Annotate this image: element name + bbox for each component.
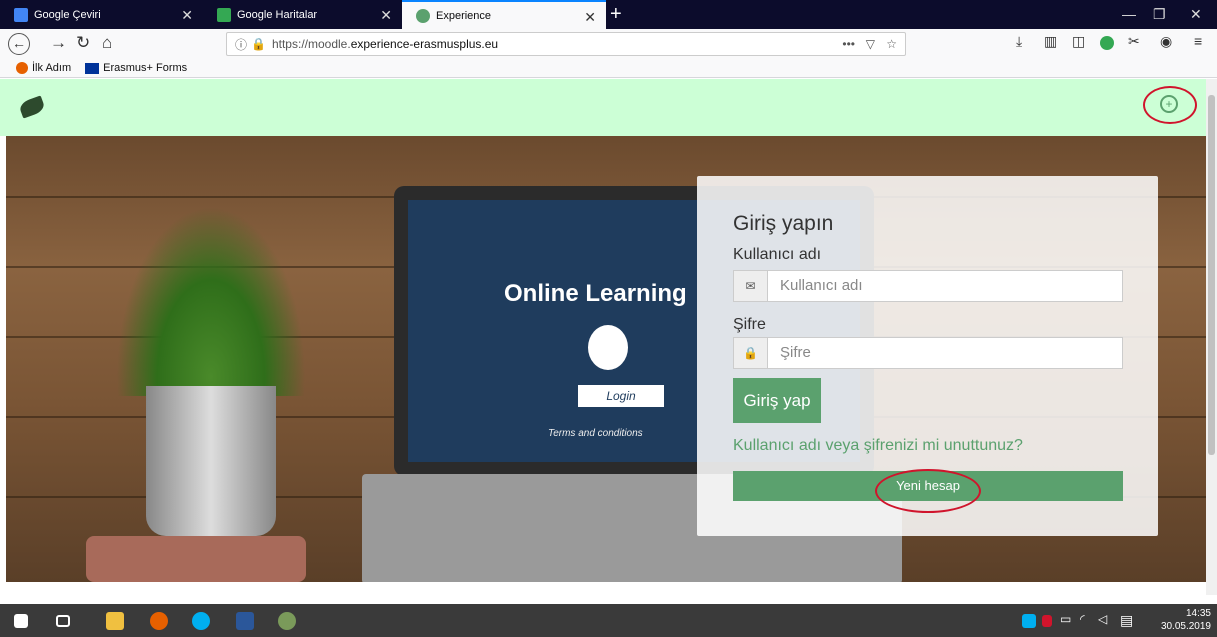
screen-title: Online Learning [504,280,687,307]
screen-terms: Terms and conditions [548,428,643,439]
reload-icon[interactable]: ↻ [76,33,90,53]
password-label: Şifre [733,316,766,333]
url-bar[interactable]: ⓘ 🔒 https://moodle. experience-erasmusplu… [226,32,906,56]
site-logo-icon[interactable] [17,95,47,119]
bookmark-label: Erasmus+ Forms [103,62,188,74]
bookmarks-bar: İlk Adım Erasmus+ Forms [0,59,1217,78]
lock-warning-icon: 🔒 [251,37,266,51]
username-label: Kullanıcı adı [733,246,822,263]
minimize-icon[interactable]: — [1122,6,1136,22]
battery-icon[interactable]: ▭ [1060,612,1078,630]
close-icon[interactable]: ✕ [380,7,392,24]
library-icon[interactable]: ▥ [1044,33,1057,50]
volume-icon[interactable]: ◁ [1098,612,1116,630]
tab-google-maps[interactable]: Google Haritalar ✕ [203,0,402,29]
firefox-icon [16,62,28,74]
bookmark-label: İlk Adım [32,62,72,74]
sidebar-icon[interactable]: ◫ [1072,33,1085,50]
web-page: + Online Learning Login Terms and condit… [0,79,1206,595]
bookmark-ilk-adim[interactable]: İlk Adım [16,62,71,74]
annotation-circle [875,469,981,513]
skype-tray-icon[interactable] [1022,614,1036,628]
notification-icon[interactable]: ▤ [1120,612,1138,630]
plant-illustration [116,206,306,396]
tab-label: Google Haritalar [237,8,318,21]
username-placeholder: Kullanıcı adı [780,277,863,294]
url-prefix: https://moodle. [271,37,351,51]
screenshot-icon[interactable]: ✂ [1128,33,1140,50]
url-host: experience-erasmusplus.eu [350,37,499,51]
menu-icon[interactable]: ≡ [1194,33,1202,49]
file-explorer-icon[interactable] [106,612,124,630]
system-clock[interactable]: 14:35 30.05.2019 [1161,607,1211,633]
account-icon[interactable]: ◉ [1160,33,1172,50]
windows-start-icon[interactable] [14,614,28,628]
page-actions-icon[interactable]: ••• [842,37,855,51]
bookmark-erasmus-forms[interactable]: Erasmus+ Forms [85,62,187,74]
google-translate-icon [14,7,28,22]
password-input[interactable]: 🔒 Şifre [733,337,1123,369]
book-illustration [86,536,306,582]
forward-icon[interactable]: → [50,33,67,53]
wifi-icon[interactable]: ◜ [1080,612,1098,630]
chevron-left-icon[interactable] [1042,615,1052,627]
graduate-icon [588,325,628,370]
extension-icon[interactable] [1100,36,1114,50]
home-icon[interactable]: ⌂ [102,33,112,53]
site-header: + [0,79,1206,136]
annotation-circle [1143,86,1197,124]
word-icon[interactable] [236,612,254,630]
close-icon[interactable]: ✕ [181,7,193,24]
browser-navbar: ← → ↻ ⌂ ⓘ 🔒 https://moodle. experience-er… [0,29,1217,59]
pocket-icon[interactable]: ▽ [866,37,875,51]
tab-label: Experience [436,9,492,22]
close-window-icon[interactable]: ✕ [1190,6,1202,23]
close-icon[interactable]: ✕ [584,9,596,26]
password-placeholder: Şifre [780,344,811,361]
new-tab-button[interactable]: + [610,3,622,26]
paint-icon[interactable] [278,612,296,630]
scrollbar-thumb[interactable] [1208,95,1215,455]
clock-date: 30.05.2019 [1160,621,1211,632]
clock-time: 14:35 [1185,608,1211,619]
bookmark-star-icon[interactable]: ☆ [886,37,897,51]
login-title: Giriş yapın [733,212,834,235]
screen-login: Login [578,385,664,407]
browser-tab-bar: Google Çeviri ✕ Google Haritalar ✕ Exper… [0,0,1217,29]
eu-flag-icon [85,62,100,74]
username-input[interactable]: ✉ Kullanıcı adı [733,270,1123,302]
tab-label: Google Çeviri [34,8,101,21]
lock-icon: 🔒 [734,338,768,368]
tab-google-translate[interactable]: Google Çeviri ✕ [0,0,203,29]
tab-experience[interactable]: Experience ✕ [402,0,606,29]
envelope-icon: ✉ [734,271,768,301]
login-button[interactable]: Giriş yap [733,378,821,423]
back-icon[interactable]: ← [8,33,30,55]
maximize-icon[interactable]: ❐ [1153,6,1166,23]
forgot-password-link[interactable]: Kullanıcı adı veya şifrenizi mi unuttunu… [733,437,1023,455]
download-icon[interactable]: ⤓ [1016,33,1022,50]
login-card: Giriş yapın Kullanıcı adı ✉ Kullanıcı ad… [697,176,1158,536]
skype-icon[interactable] [192,612,210,630]
info-icon[interactable]: ⓘ [235,36,247,53]
plant-pot [146,386,276,536]
experience-leaf-icon [416,8,430,23]
google-maps-icon [217,7,231,22]
task-view-icon[interactable] [56,615,70,627]
windows-taskbar: ▭ ◜ ◁ ▤ 14:35 30.05.2019 [0,604,1217,637]
firefox-icon[interactable] [150,612,168,630]
